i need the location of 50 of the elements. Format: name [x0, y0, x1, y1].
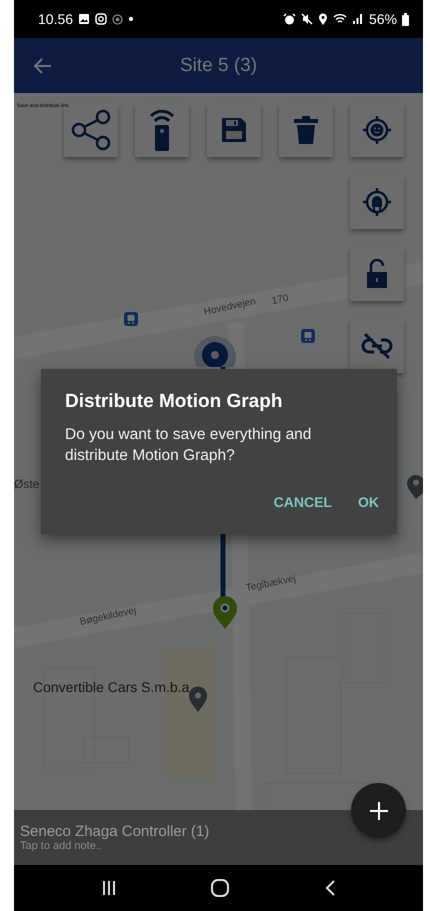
map-label: Convertible Cars S.m.b.a — [33, 679, 190, 695]
dialog-message: Do you want to save everything and distribute Motion Graph? — [65, 425, 312, 466]
dialog-button[interactable]: CANCEL — [266, 488, 340, 516]
target-face-button[interactable] — [350, 103, 404, 157]
recent-apps-icon — [102, 880, 116, 896]
map-pin-icon — [406, 473, 423, 500]
battery-text: 56% — [368, 11, 397, 27]
wifi-icon — [332, 13, 347, 25]
target-bulb-button[interactable] — [350, 175, 404, 229]
circle-icon — [112, 14, 124, 24]
clock-text: 10.56 — [38, 11, 74, 27]
note-title: Seneco Zhaga Controller (1) — [20, 823, 210, 840]
location-icon — [318, 12, 328, 26]
back-chevron-icon — [325, 880, 336, 896]
battery-icon — [402, 12, 409, 26]
home-icon — [211, 879, 230, 897]
remote-button[interactable] — [135, 103, 189, 157]
map-label: Hovedvejen — [202, 296, 257, 318]
note-subtitle: Tap to add note.. — [20, 840, 103, 852]
map-label: Øste — [14, 477, 40, 491]
camera-icon — [95, 13, 108, 25]
signal-icon — [352, 13, 364, 25]
map-label: 170 — [270, 292, 290, 307]
bus-stop-icon — [301, 329, 315, 343]
save-icon — [221, 117, 247, 143]
unlock-button[interactable] — [350, 247, 404, 301]
unlock-icon — [366, 259, 388, 289]
note-bar[interactable]: Seneco Zhaga Controller (1) Tap to add note.. — [14, 810, 423, 865]
alarm-icon — [282, 12, 296, 26]
unlink-button[interactable] — [350, 319, 404, 373]
dialog-button[interactable]: OK — [350, 488, 387, 516]
map-label: Teglbækvej — [244, 573, 297, 594]
target-face-icon — [362, 115, 392, 145]
remote-control-icon — [147, 108, 177, 152]
map-pin-icon — [188, 686, 208, 713]
back-arrow-icon — [34, 58, 52, 74]
image-icon — [78, 13, 90, 25]
trash-icon — [293, 115, 319, 145]
dialog-title: Distribute Motion Graph — [65, 391, 284, 413]
save-button[interactable] — [207, 103, 261, 157]
share-icon — [69, 108, 113, 152]
target-bulb-icon — [362, 187, 392, 217]
delete-button[interactable] — [279, 103, 333, 157]
mute-icon — [300, 13, 313, 25]
map-pin-icon[interactable] — [212, 596, 238, 630]
bus-stop-icon — [124, 312, 138, 326]
app-bar-title: Site 5 (3) — [178, 54, 258, 76]
dot-icon — [128, 16, 134, 22]
plus-icon — [368, 800, 388, 820]
unlink-icon — [361, 332, 393, 360]
